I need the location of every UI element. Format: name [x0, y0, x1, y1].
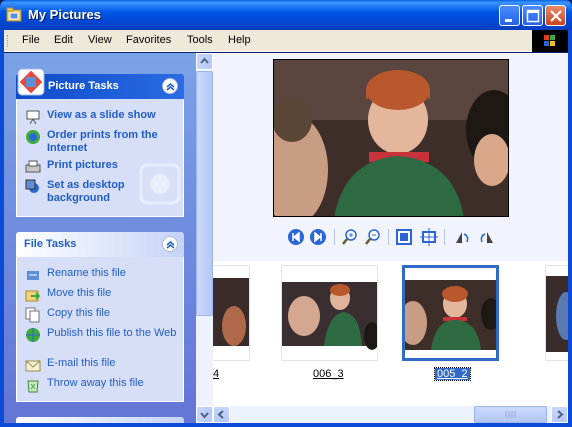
- toolbar-separator: [444, 229, 445, 245]
- arrow-down-icon: [200, 412, 209, 419]
- slideshow-icon: [26, 110, 40, 125]
- move-icon: [25, 290, 41, 302]
- menu-bar: File Edit View Favorites Tools Help: [4, 30, 568, 52]
- minimize-button[interactable]: [499, 5, 520, 26]
- window-title: My Pictures: [28, 7, 101, 22]
- watermark-icon: [139, 163, 181, 205]
- window-border-right: [568, 30, 572, 427]
- filmstrip: 4 006_3 005_2: [213, 261, 568, 401]
- chevron-up-icon: [166, 241, 175, 249]
- desktop-background-icon: [25, 179, 39, 193]
- file-tasks-collapse-button[interactable]: [162, 236, 178, 252]
- scroll-thumb[interactable]: [196, 71, 213, 316]
- filmstrip-view: 4 006_3 005_2: [213, 53, 568, 423]
- rotate-counterclockwise-icon[interactable]: [478, 228, 496, 246]
- arrow-right-icon: [557, 410, 564, 419]
- publish-web-icon: [26, 328, 40, 342]
- menu-help[interactable]: Help: [228, 34, 251, 46]
- toolbar-separator: [388, 229, 389, 245]
- thumbnail[interactable]: [545, 265, 568, 361]
- file-tasks-body: Rename this file Move this file Copy thi…: [16, 257, 184, 402]
- grip-icon: [505, 411, 516, 418]
- next-image-icon[interactable]: [309, 228, 327, 246]
- scroll-right-button[interactable]: [551, 406, 568, 423]
- task-pane: Picture Tasks View as a slide show Order…: [4, 53, 196, 423]
- preview-area: [213, 53, 568, 261]
- maximize-button[interactable]: [522, 5, 543, 26]
- title-bar[interactable]: My Pictures: [0, 0, 572, 30]
- picture-tasks-title: Picture Tasks: [48, 80, 119, 92]
- window-border-bottom: [0, 423, 572, 427]
- actual-size-icon[interactable]: [420, 228, 438, 246]
- photo-preview: [274, 60, 508, 216]
- menu-file[interactable]: File: [22, 34, 40, 46]
- rename-icon: [27, 271, 39, 280]
- menu-grip[interactable]: [7, 35, 9, 47]
- picture-tasks-collapse-button[interactable]: [162, 78, 178, 94]
- scroll-up-button[interactable]: [196, 53, 213, 70]
- scroll-left-button[interactable]: [213, 406, 230, 423]
- thumbnail-label[interactable]: 006_3: [313, 368, 344, 380]
- menu-favorites[interactable]: Favorites: [126, 34, 171, 46]
- file-tasks-title: File Tasks: [24, 238, 77, 250]
- windows-logo: [532, 30, 568, 52]
- close-button[interactable]: [545, 5, 566, 26]
- previous-image-icon[interactable]: [287, 228, 305, 246]
- order-prints-icon: [26, 130, 40, 144]
- toolbar-separator: [334, 229, 335, 245]
- photo-thumbnail: [282, 282, 377, 350]
- image-preview[interactable]: [273, 59, 509, 217]
- zoom-out-icon[interactable]: [364, 228, 382, 246]
- folder-pictures-icon: [6, 7, 22, 22]
- arrow-up-icon: [200, 57, 209, 64]
- scroll-down-button[interactable]: [196, 406, 213, 423]
- maximize-icon: [526, 9, 540, 23]
- chevron-up-icon: [166, 83, 175, 91]
- menu-edit[interactable]: Edit: [54, 34, 73, 46]
- printer-icon: [25, 160, 41, 173]
- photo-thumbnail: [405, 268, 496, 358]
- thumbnail[interactable]: [213, 265, 250, 361]
- close-icon: [550, 10, 562, 22]
- task-pane-scrollbar[interactable]: [196, 53, 213, 423]
- filmstrip-scrollbar[interactable]: [213, 406, 568, 423]
- menu-view[interactable]: View: [88, 34, 112, 46]
- thumbnail-label[interactable]: 4: [213, 368, 219, 380]
- picture-tasks-icon: [17, 68, 45, 96]
- photo-thumbnail: [213, 266, 249, 360]
- picture-tasks-body: View as a slide show Order prints from t…: [16, 99, 184, 217]
- photo-thumbnail: [546, 266, 568, 360]
- email-icon: [25, 360, 41, 372]
- zoom-in-icon[interactable]: [341, 228, 359, 246]
- minimize-icon: [505, 19, 512, 22]
- scroll-thumb[interactable]: [474, 406, 547, 423]
- rotate-clockwise-icon[interactable]: [453, 228, 471, 246]
- menu-tools[interactable]: Tools: [187, 34, 213, 46]
- thumbnail-selected[interactable]: [402, 265, 499, 361]
- best-fit-icon[interactable]: [395, 228, 413, 246]
- file-tasks-header[interactable]: File Tasks: [16, 232, 184, 257]
- arrow-left-icon: [217, 410, 224, 419]
- thumbnail[interactable]: [281, 265, 378, 361]
- recycle-icon: [27, 380, 39, 393]
- copy-icon: [25, 307, 40, 323]
- windows-flag-icon: [544, 35, 555, 46]
- thumbnail-label-selected[interactable]: 005_2: [434, 367, 471, 381]
